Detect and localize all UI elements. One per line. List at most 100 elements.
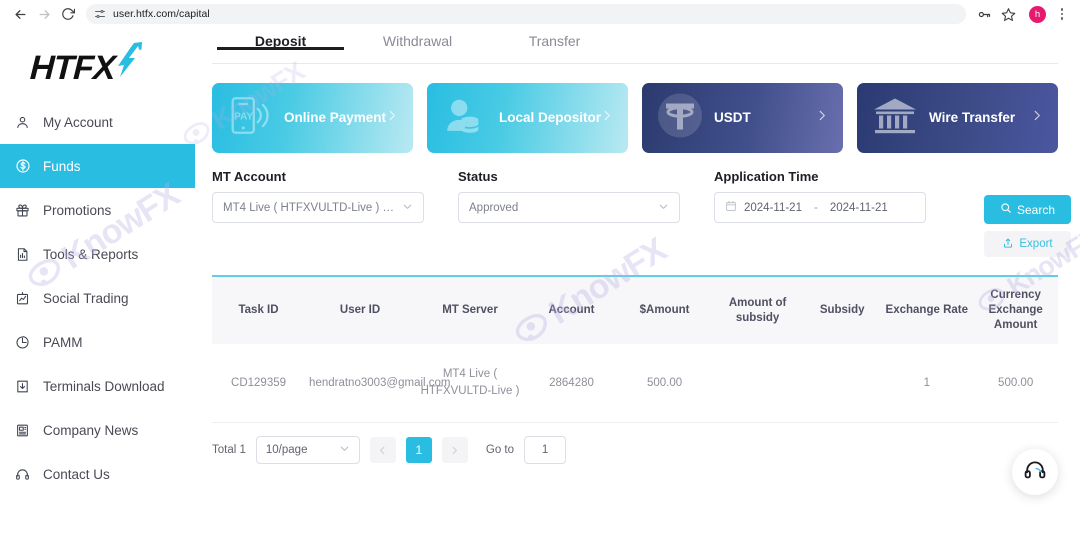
prev-page-button[interactable] bbox=[369, 437, 396, 463]
next-page-button[interactable] bbox=[441, 437, 468, 463]
column-header-account: Account bbox=[524, 277, 619, 344]
headset-icon bbox=[1023, 458, 1047, 487]
page-body: HTFX My Account Funds Promotions Tools &… bbox=[0, 28, 1080, 540]
sidebar-item-label: Social Trading bbox=[43, 290, 129, 306]
logo-arrow-icon bbox=[118, 42, 142, 77]
cell-mt-server: MT4 Live ( HTFXVULTD-Live ) bbox=[415, 344, 525, 423]
sidebar-item-terminals-download[interactable]: Terminals Download bbox=[0, 364, 195, 408]
card-online-payment[interactable]: PAY Online Payment bbox=[212, 83, 413, 153]
site-settings-icon[interactable] bbox=[94, 8, 106, 20]
date-range-picker[interactable]: 2024-11-21 - 2024-11-21 bbox=[714, 192, 926, 223]
filter-actions: Search Export bbox=[984, 195, 1071, 257]
status-select[interactable]: Approved bbox=[458, 192, 680, 223]
address-bar[interactable]: user.htfx.com/capital bbox=[86, 4, 966, 24]
cell-subsidy bbox=[804, 344, 881, 423]
column-header-currency-exchange-amount: Currency Exchange Amount bbox=[973, 277, 1058, 344]
tether-icon bbox=[656, 92, 704, 145]
card-title: Local Depositor bbox=[499, 110, 602, 125]
sidebar-item-promotions[interactable]: Promotions bbox=[0, 188, 195, 232]
password-key-icon[interactable] bbox=[973, 3, 995, 25]
chevron-down-icon bbox=[658, 201, 669, 215]
chevron-right-icon bbox=[1030, 109, 1044, 128]
gift-icon bbox=[14, 202, 31, 219]
upload-icon bbox=[1002, 237, 1014, 252]
three-dot-menu-icon[interactable] bbox=[1054, 8, 1070, 20]
filter-label: MT Account bbox=[212, 169, 286, 184]
column-header-amount-of-subsidy: Amount of subsidy bbox=[711, 277, 805, 344]
sidebar-item-contact-us[interactable]: Contact Us bbox=[0, 452, 195, 496]
sidebar: HTFX My Account Funds Promotions Tools &… bbox=[0, 28, 195, 540]
avatar[interactable]: h bbox=[1029, 5, 1046, 23]
mt-account-value: MT4 Live ( HTFXVULTD-Live ) 2... bbox=[223, 201, 395, 214]
cell-task-id: CD129359 bbox=[212, 344, 306, 423]
total-count-label: Total 1 bbox=[212, 444, 246, 456]
table-row[interactable]: CD129359 hendratno3003@gmail.com MT4 Liv… bbox=[212, 344, 1058, 423]
tab-transfer[interactable]: Transfer bbox=[486, 28, 623, 49]
filter-label: Status bbox=[458, 169, 498, 184]
sidebar-item-label: Terminals Download bbox=[43, 378, 165, 394]
export-button-label: Export bbox=[1019, 238, 1053, 250]
reload-button[interactable] bbox=[56, 2, 80, 26]
chevron-down-icon bbox=[402, 201, 413, 215]
brand-logo[interactable]: HTFX bbox=[0, 32, 195, 100]
chevron-right-icon bbox=[385, 109, 399, 128]
export-button[interactable]: Export bbox=[984, 231, 1071, 257]
cell-exchange-rate: 1 bbox=[880, 344, 974, 423]
card-usdt[interactable]: USDT bbox=[642, 83, 843, 153]
sidebar-item-social-trading[interactable]: Social Trading bbox=[0, 276, 195, 320]
cell-amount-of-subsidy bbox=[711, 344, 805, 423]
sidebar-item-pamm[interactable]: PAMM bbox=[0, 320, 195, 364]
date-end-value: 2024-11-21 bbox=[829, 201, 888, 214]
filter-label: Application Time bbox=[714, 169, 819, 184]
sidebar-item-my-account[interactable]: My Account bbox=[0, 100, 195, 144]
goto-page-input[interactable] bbox=[524, 436, 567, 464]
sidebar-item-label: My Account bbox=[43, 114, 113, 130]
sidebar-item-company-news[interactable]: Company News bbox=[0, 408, 195, 452]
page-size-value: 10/page bbox=[265, 444, 308, 456]
news-icon bbox=[14, 422, 31, 439]
search-button[interactable]: Search bbox=[984, 195, 1071, 224]
column-header-amount: $Amount bbox=[618, 277, 712, 344]
headset-icon bbox=[14, 466, 31, 483]
mobile-pay-icon: PAY bbox=[226, 93, 272, 144]
column-header-user-id: User ID bbox=[305, 277, 416, 344]
page-size-select[interactable]: 10/page bbox=[255, 436, 360, 464]
status-value: Approved bbox=[469, 201, 519, 214]
card-wire-transfer[interactable]: Wire Transfer bbox=[857, 83, 1058, 153]
sidebar-item-funds[interactable]: Funds bbox=[0, 144, 195, 188]
filter-status: Status Approved bbox=[458, 169, 680, 223]
page-number-1[interactable]: 1 bbox=[405, 437, 432, 463]
section-tabs: Deposit Withdrawal Transfer bbox=[195, 28, 1080, 64]
forward-button[interactable] bbox=[32, 2, 56, 26]
search-icon bbox=[1000, 202, 1012, 217]
support-chat-button[interactable] bbox=[1012, 449, 1058, 495]
sidebar-item-label: Contact Us bbox=[43, 466, 110, 482]
card-local-depositor[interactable]: Local Depositor bbox=[427, 83, 628, 153]
cell-account: 2864280 bbox=[524, 344, 619, 423]
sidebar-item-label: Promotions bbox=[43, 202, 112, 218]
card-title: Wire Transfer bbox=[929, 110, 1016, 125]
bank-icon bbox=[871, 92, 919, 145]
sidebar-item-label: PAMM bbox=[43, 334, 83, 350]
mt-account-select[interactable]: MT4 Live ( HTFXVULTD-Live ) 2... bbox=[212, 192, 424, 223]
sidebar-item-tools-reports[interactable]: Tools & Reports bbox=[0, 232, 195, 276]
chevron-down-icon bbox=[339, 443, 350, 457]
back-button[interactable] bbox=[8, 2, 32, 26]
dollar-circle-icon bbox=[14, 158, 31, 175]
download-icon bbox=[14, 378, 31, 395]
chart-board-icon bbox=[14, 290, 31, 307]
column-header-task-id: Task ID bbox=[212, 277, 306, 344]
tab-deposit[interactable]: Deposit bbox=[212, 28, 349, 50]
search-button-label: Search bbox=[1016, 202, 1056, 217]
date-range-separator: - bbox=[813, 201, 818, 214]
column-header-subsidy: Subsidy bbox=[804, 277, 881, 344]
tab-withdrawal[interactable]: Withdrawal bbox=[349, 28, 486, 49]
sidebar-item-label: Company News bbox=[43, 422, 139, 438]
transactions-table: Task ID User ID MT Server Account $Amoun… bbox=[212, 275, 1058, 423]
report-icon bbox=[14, 246, 31, 263]
payment-method-cards: PAY Online Payment Local Depositor USDT … bbox=[195, 64, 1080, 153]
svg-text:PAY: PAY bbox=[234, 111, 253, 122]
star-icon[interactable] bbox=[997, 3, 1019, 25]
goto-label: Go to bbox=[485, 444, 515, 456]
pagination: Total 1 10/page 1 Go to bbox=[195, 423, 1080, 464]
